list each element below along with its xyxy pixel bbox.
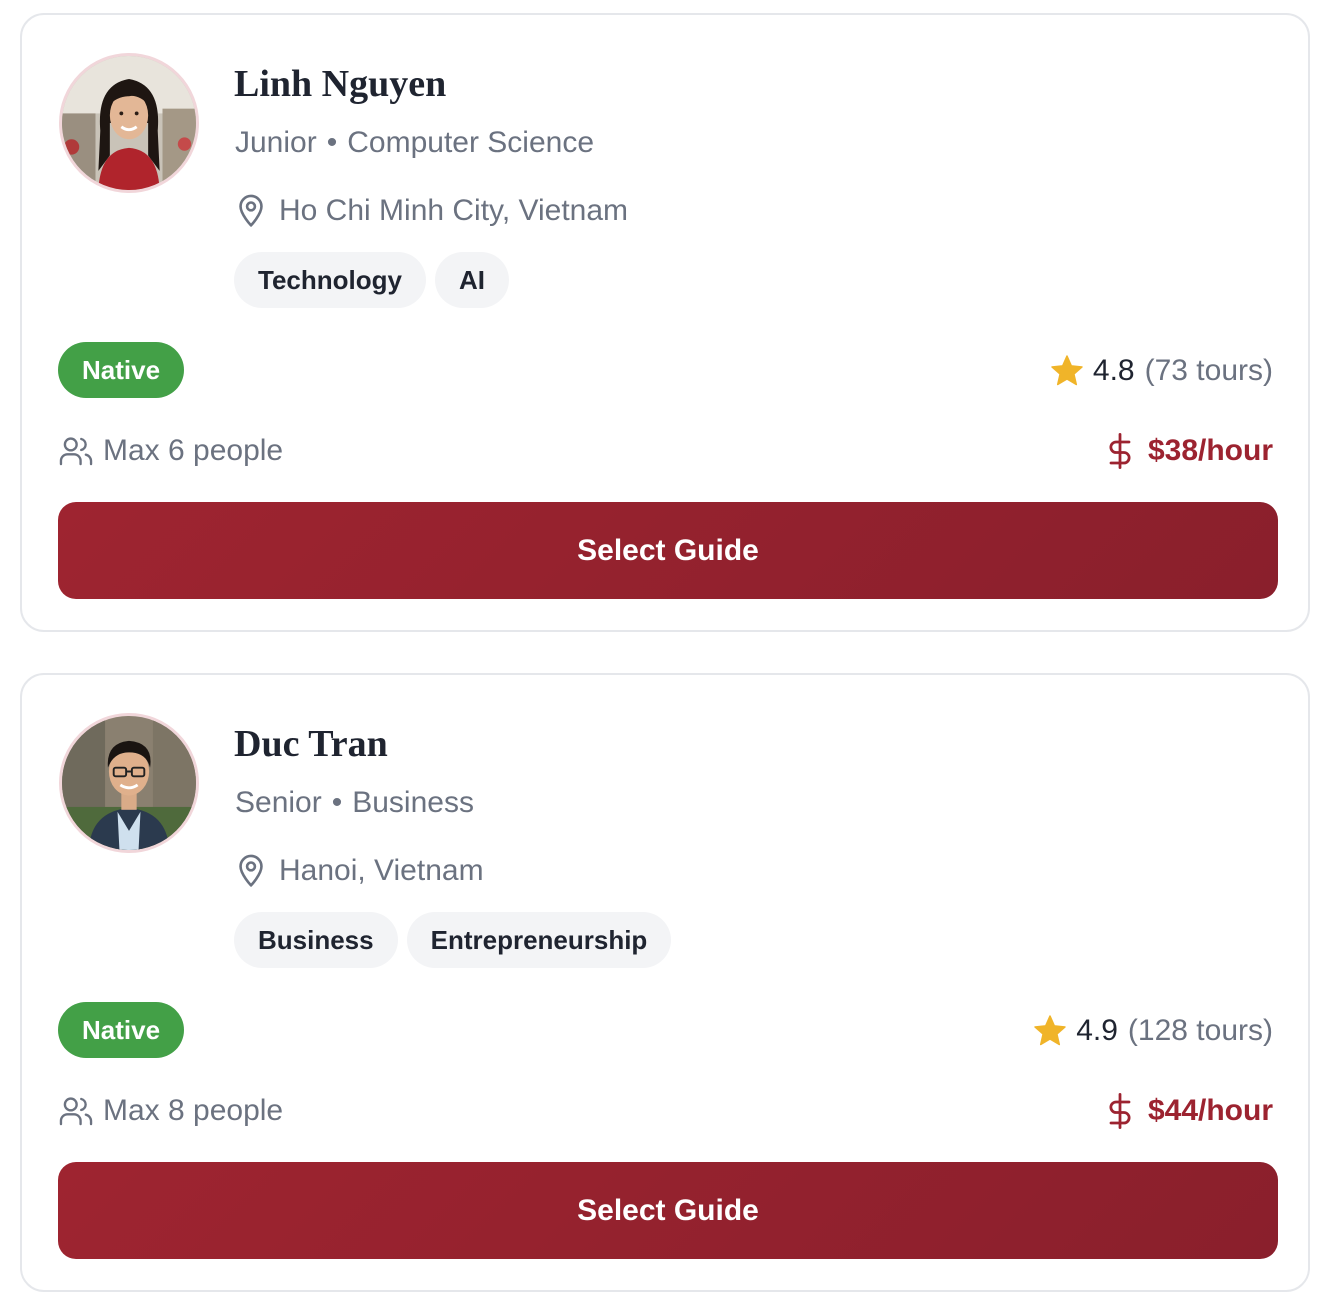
users-icon: [59, 437, 93, 466]
rating-score: 4.8: [1092, 354, 1135, 387]
guide-name: Duc Tran: [234, 723, 388, 765]
location-text: Hanoi, Vietnam: [279, 854, 484, 887]
avatar-photo-woman: [62, 56, 196, 190]
native-badge: Native: [58, 1002, 185, 1058]
map-pin-icon: [239, 854, 263, 887]
star-icon: [1034, 1015, 1066, 1046]
guide-list: Linh Nguyen Junior • Computer Science Ho C…: [0, 0, 1334, 1314]
guide-year: Junior: [235, 126, 317, 159]
guide-price: $44/hour: [1106, 1091, 1273, 1131]
interest-tag: Technology: [234, 252, 426, 308]
location-text: Ho Chi Minh City, Vietnam: [279, 194, 629, 227]
separator-dot: •: [331, 786, 343, 819]
avatar-photo-man: [62, 716, 196, 850]
tour-count: (128 tours): [1127, 1014, 1273, 1047]
guide-rating: 4.8 (73 tours): [1049, 351, 1273, 391]
capacity-text: Max 8 people: [103, 1094, 284, 1127]
guide-major: Computer Science: [347, 126, 595, 159]
guide-location: Ho Chi Minh City, Vietnam: [235, 191, 628, 231]
guide-academic-info: Senior • Business: [235, 785, 474, 821]
interest-tag: AI: [434, 252, 509, 308]
capacity-text: Max 6 people: [103, 434, 284, 467]
interest-tags: Business Entrepreneurship: [234, 912, 672, 968]
guide-name: Linh Nguyen: [234, 63, 447, 105]
guide-rating: 4.9 (128 tours): [1032, 1011, 1273, 1051]
avatar: [59, 713, 199, 853]
select-guide-button[interactable]: Select Guide: [58, 502, 1278, 599]
select-guide-button[interactable]: Select Guide: [58, 1162, 1278, 1259]
group-capacity: Max 6 people: [59, 431, 283, 471]
group-capacity: Max 8 people: [59, 1091, 283, 1131]
separator-dot: •: [326, 126, 338, 159]
guide-price: $38/hour: [1106, 431, 1273, 471]
native-badge: Native: [58, 342, 185, 398]
interest-tag: Business: [234, 912, 398, 968]
avatar: [59, 53, 199, 193]
guide-academic-info: Junior • Computer Science: [235, 125, 594, 161]
interest-tags: Technology AI: [234, 252, 509, 308]
map-pin-icon: [239, 194, 263, 227]
users-icon: [59, 1097, 93, 1126]
guide-card: Duc Tran Senior • Business Hanoi, Vietnam …: [20, 673, 1310, 1292]
guide-major: Business: [352, 786, 474, 819]
price-text: $44/hour: [1147, 1094, 1273, 1127]
guide-year: Senior: [235, 786, 322, 819]
guide-card: Linh Nguyen Junior • Computer Science Ho C…: [20, 13, 1310, 632]
guide-location: Hanoi, Vietnam: [235, 851, 484, 891]
price-text: $38/hour: [1147, 434, 1273, 467]
star-icon: [1051, 355, 1083, 386]
dollar-icon: [1109, 433, 1131, 469]
rating-score: 4.9: [1076, 1014, 1118, 1047]
tour-count: (73 tours): [1144, 354, 1273, 387]
interest-tag: Entrepreneurship: [406, 912, 672, 968]
dollar-icon: [1109, 1093, 1131, 1129]
